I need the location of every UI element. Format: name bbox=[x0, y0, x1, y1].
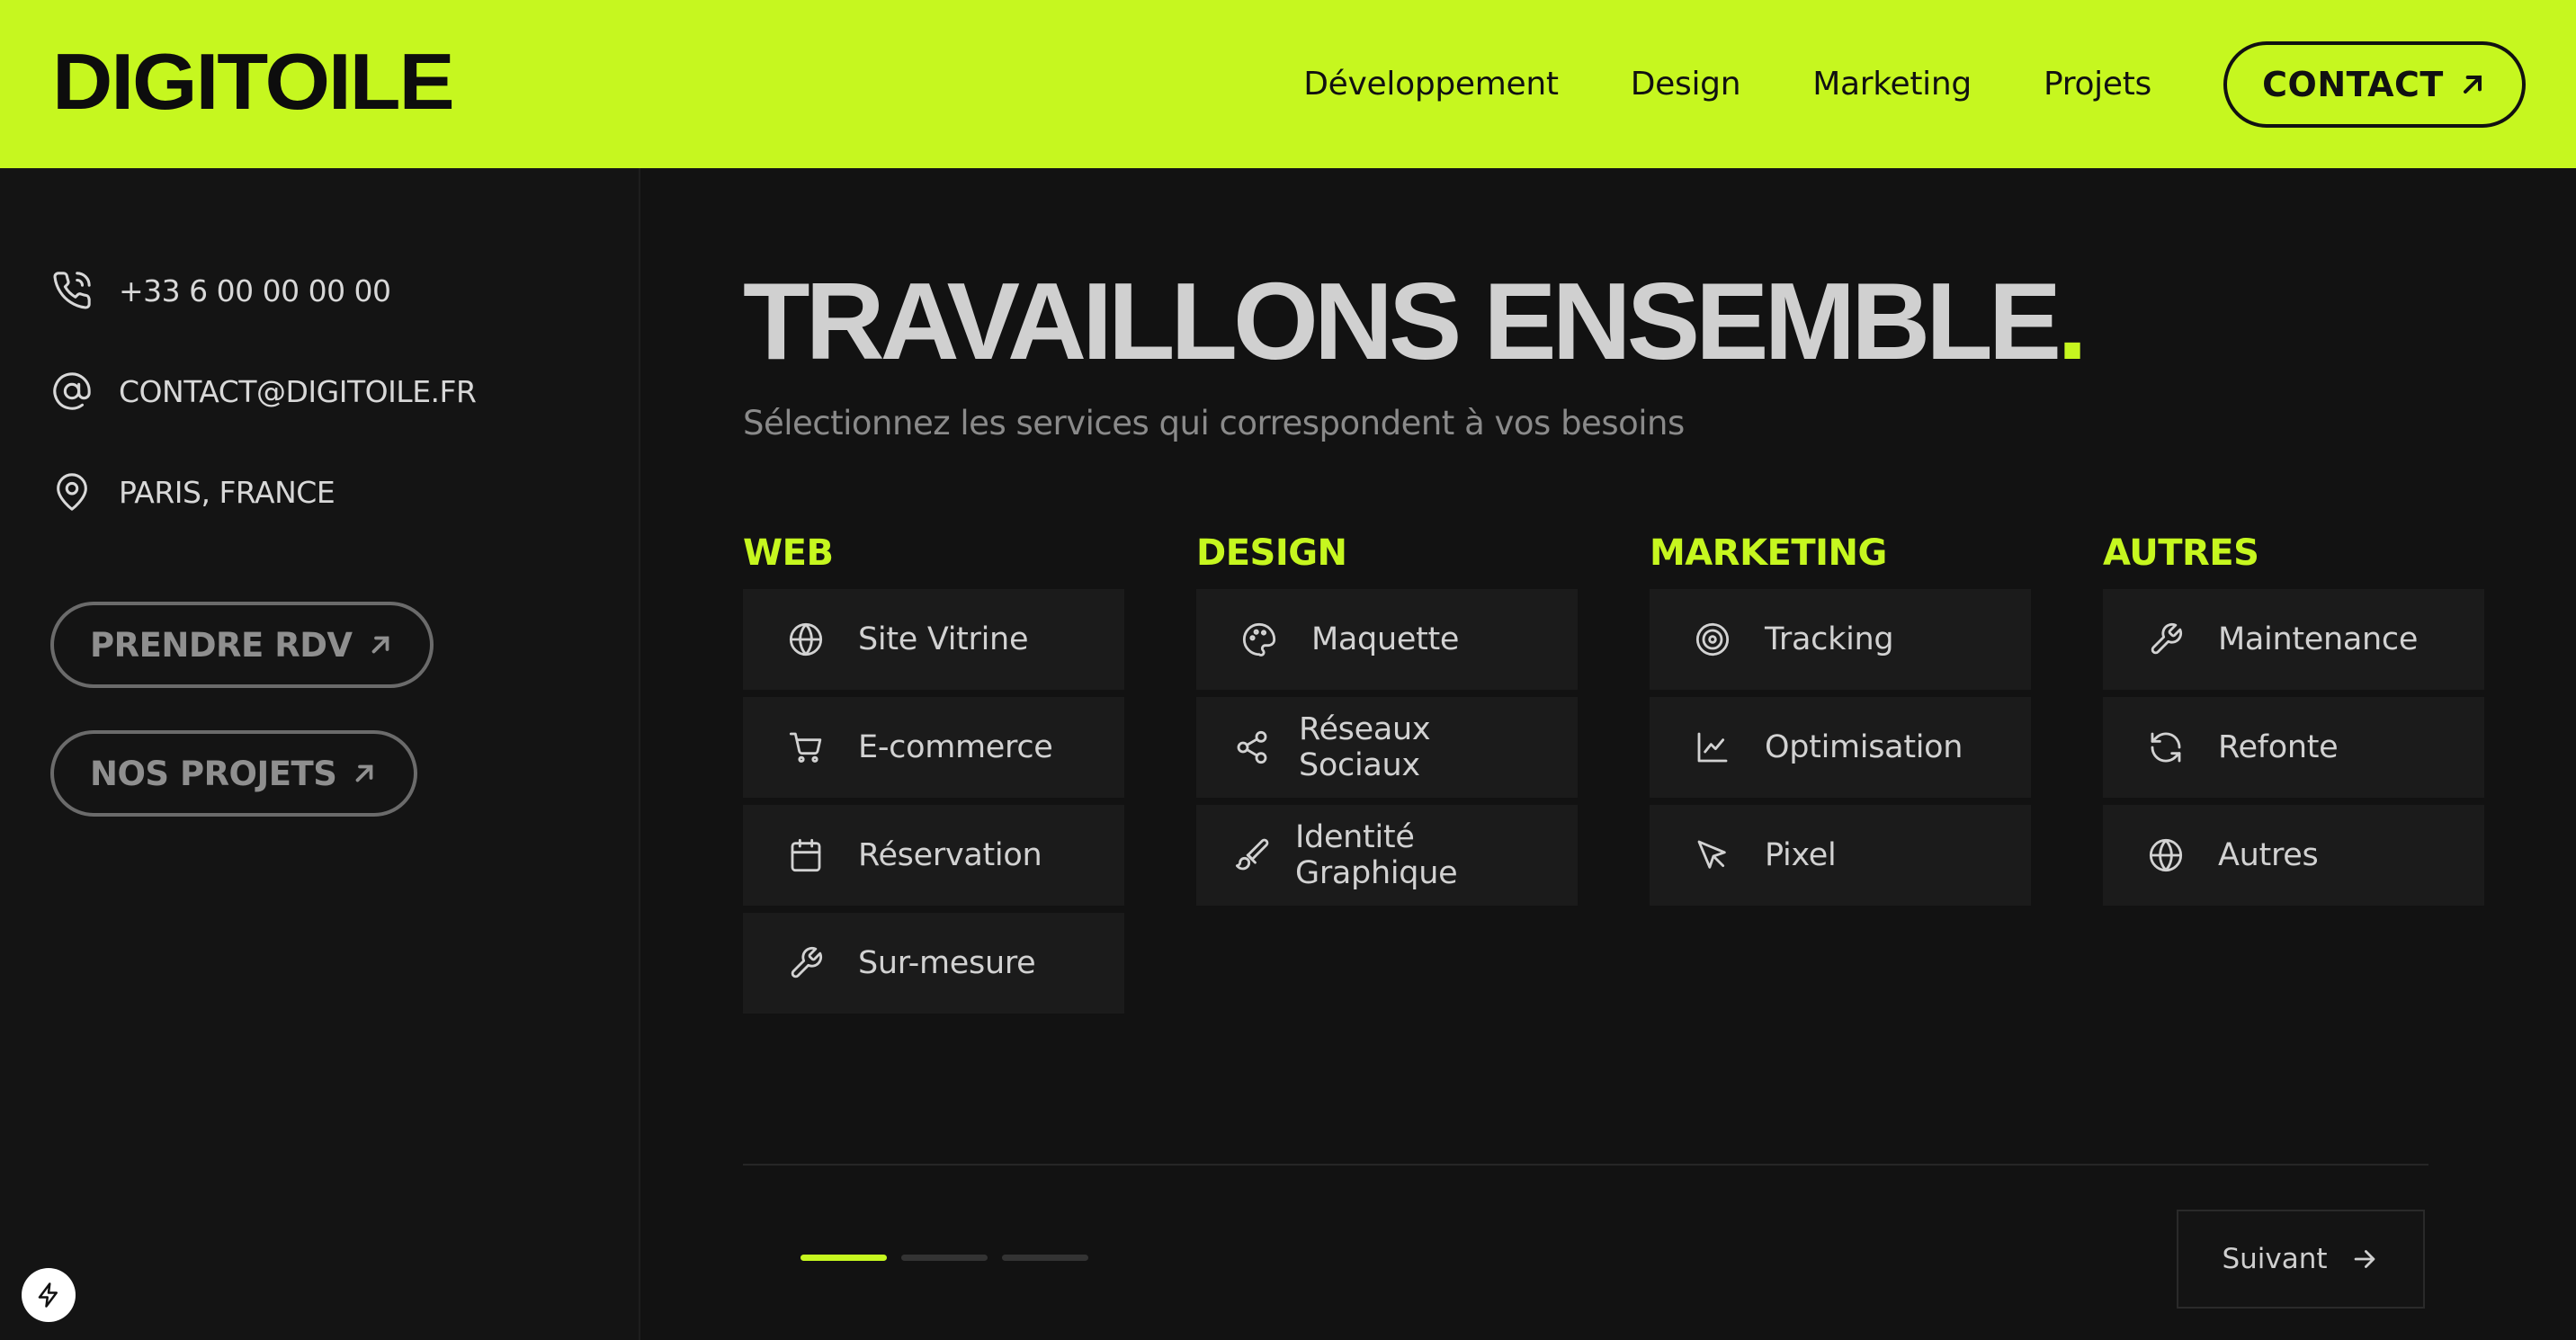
cursor-icon bbox=[1693, 835, 1732, 875]
category-title: DESIGN bbox=[1196, 532, 1347, 574]
title-accent-dot: . bbox=[2057, 260, 2088, 382]
category-design: DESIGN Maquette Réseaux Sociaux Identité… bbox=[1196, 528, 1578, 913]
service-label: Identité Graphique bbox=[1295, 819, 1458, 891]
step-1-indicator bbox=[801, 1255, 887, 1261]
contact-button-label: CONTACT bbox=[2262, 64, 2444, 104]
calendar-icon bbox=[786, 835, 826, 875]
phone-icon bbox=[50, 269, 94, 312]
service-optimisation[interactable]: Optimisation bbox=[1650, 697, 2031, 798]
service-maquette[interactable]: Maquette bbox=[1196, 589, 1578, 690]
header: DIGITOILE Développement Design Marketing… bbox=[0, 0, 2576, 168]
step-2-indicator bbox=[901, 1255, 988, 1261]
brush-icon bbox=[1232, 835, 1272, 875]
arrow-right-icon bbox=[2354, 1250, 2375, 1268]
service-label: Réseaux Sociaux bbox=[1299, 711, 1431, 783]
service-label: Maintenance bbox=[2218, 621, 2419, 657]
prendre-rdv-button[interactable]: PRENDRE RDV bbox=[50, 602, 434, 688]
contact-button[interactable]: CONTACT bbox=[2223, 40, 2526, 128]
service-e-commerce[interactable]: E-commerce bbox=[743, 697, 1124, 798]
globe-icon bbox=[786, 620, 826, 659]
service-label: Pixel bbox=[1765, 837, 1837, 873]
category-title: AUTRES bbox=[2103, 532, 2259, 574]
phone-row[interactable]: +33 6 00 00 00 00 bbox=[50, 265, 391, 316]
phone-text: +33 6 00 00 00 00 bbox=[119, 272, 391, 308]
page-title: TRAVAILLONS ENSEMBLE. bbox=[743, 258, 2088, 384]
location-text: PARIS, FRANCE bbox=[119, 474, 335, 510]
nos-projets-label: NOS PROJETS bbox=[90, 754, 337, 793]
nos-projets-button[interactable]: NOS PROJETS bbox=[50, 730, 418, 817]
service-site-vitrine[interactable]: Site Vitrine bbox=[743, 589, 1124, 690]
service-label: Optimisation bbox=[1765, 729, 1963, 765]
service-label: Refonte bbox=[2218, 729, 2339, 765]
main-nav: Développement Design Marketing Projets C… bbox=[1303, 0, 2526, 168]
logo[interactable]: DIGITOILE bbox=[52, 36, 455, 128]
step-indicator bbox=[801, 1255, 1103, 1261]
map-pin-icon bbox=[50, 470, 94, 514]
service-identite-graphique[interactable]: Identité Graphique bbox=[1196, 805, 1578, 906]
email-row[interactable]: CONTACT@DIGITOILE.FR bbox=[50, 366, 477, 416]
next-button-label: Suivant bbox=[2222, 1243, 2328, 1275]
service-label: Sur-mesure bbox=[858, 945, 1036, 981]
category-title: MARKETING bbox=[1650, 532, 1887, 574]
nav-link-projets[interactable]: Projets bbox=[2044, 66, 2151, 103]
service-label: E-commerce bbox=[858, 729, 1053, 765]
category-autres: AUTRES Maintenance Refonte Autres bbox=[2103, 528, 2484, 913]
nav-link-design[interactable]: Design bbox=[1631, 66, 1741, 103]
service-pixel[interactable]: Pixel bbox=[1650, 805, 2031, 906]
wrench-icon bbox=[2146, 620, 2186, 659]
nav-link-developpement[interactable]: Développement bbox=[1303, 66, 1559, 103]
arrow-up-right-icon bbox=[2463, 75, 2482, 94]
palette-icon bbox=[1239, 620, 1279, 659]
service-sur-mesure[interactable]: Sur-mesure bbox=[743, 913, 1124, 1014]
globe-icon bbox=[2146, 835, 2186, 875]
bolt-icon[interactable] bbox=[22, 1268, 76, 1322]
next-button[interactable]: Suivant bbox=[2177, 1210, 2425, 1309]
cart-icon bbox=[786, 728, 826, 767]
service-refonte[interactable]: Refonte bbox=[2103, 697, 2484, 798]
service-reseaux-sociaux[interactable]: Réseaux Sociaux bbox=[1196, 697, 1578, 798]
location-row: PARIS, FRANCE bbox=[50, 467, 335, 517]
service-maintenance[interactable]: Maintenance bbox=[2103, 589, 2484, 690]
service-label: Tracking bbox=[1765, 621, 1894, 657]
arrow-up-right-icon bbox=[356, 764, 373, 782]
service-tracking[interactable]: Tracking bbox=[1650, 589, 2031, 690]
main-content: TRAVAILLONS ENSEMBLE. Sélectionnez les s… bbox=[642, 168, 2576, 1340]
service-label: Site Vitrine bbox=[858, 621, 1029, 657]
divider bbox=[743, 1164, 2428, 1166]
category-marketing: MARKETING Tracking Optimisation Pixel bbox=[1650, 528, 2031, 913]
category-title: WEB bbox=[743, 532, 834, 574]
arrow-up-right-icon bbox=[371, 636, 389, 654]
service-reservation[interactable]: Réservation bbox=[743, 805, 1124, 906]
page-subtitle: Sélectionnez les services qui correspond… bbox=[743, 404, 1685, 442]
line-chart-icon bbox=[1693, 728, 1732, 767]
service-label: Maquette bbox=[1311, 621, 1460, 657]
prendre-rdv-label: PRENDRE RDV bbox=[90, 625, 353, 665]
target-icon bbox=[1693, 620, 1732, 659]
page-title-text: TRAVAILLONS ENSEMBLE bbox=[743, 260, 2062, 382]
email-text: CONTACT@DIGITOILE.FR bbox=[119, 373, 477, 409]
wrench-icon bbox=[786, 943, 826, 983]
service-autres[interactable]: Autres bbox=[2103, 805, 2484, 906]
step-3-indicator bbox=[1002, 1255, 1088, 1261]
at-icon bbox=[50, 370, 94, 413]
category-web: WEB Site Vitrine E-commerce Réservation … bbox=[743, 528, 1124, 1021]
refresh-icon bbox=[2146, 728, 2186, 767]
sidebar: +33 6 00 00 00 00 CONTACT@DIGITOILE.FR P… bbox=[0, 168, 640, 1340]
nav-link-marketing[interactable]: Marketing bbox=[1812, 66, 1972, 103]
service-label: Autres bbox=[2218, 837, 2319, 873]
share-icon bbox=[1232, 728, 1272, 767]
service-label: Réservation bbox=[858, 837, 1042, 873]
